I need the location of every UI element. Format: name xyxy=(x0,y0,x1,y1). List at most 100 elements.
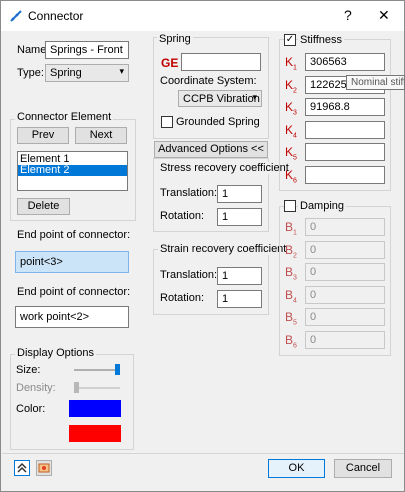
stiffness-symbol: K xyxy=(285,77,294,92)
damping-label: Damping xyxy=(298,200,347,212)
damping-subscript: 3 xyxy=(293,274,297,282)
help-button[interactable]: ? xyxy=(344,7,352,23)
damping-symbol: B xyxy=(285,287,294,302)
density-label: Density: xyxy=(16,382,56,394)
grounded-spring-label: Grounded Spring xyxy=(176,116,260,128)
damping-label: B5 xyxy=(285,310,297,326)
strain-rotation-label: Rotation: xyxy=(160,292,205,304)
connector-dialog: Connector ? ✕ Name: Springs - Front Type… xyxy=(0,0,405,492)
stress-translation-label: Translation: xyxy=(160,187,218,199)
stiffness-subscript: 1 xyxy=(293,64,297,72)
density-slider-track xyxy=(74,387,120,389)
damping-symbol: B xyxy=(285,242,294,257)
damping-input[interactable]: 0 xyxy=(305,263,385,281)
prev-button[interactable]: Prev xyxy=(17,127,69,144)
strain-translation-label: Translation: xyxy=(160,269,218,281)
element-list-item[interactable]: Element 2 xyxy=(18,165,127,176)
stiffness-label: K1 xyxy=(285,55,297,71)
element-list[interactable]: Element 1 Element 2 xyxy=(17,151,128,191)
damping-label: B6 xyxy=(285,333,297,349)
delete-button[interactable]: Delete xyxy=(17,198,70,215)
end-point-1-field[interactable]: point<3> xyxy=(15,251,129,273)
damping-input[interactable]: 0 xyxy=(305,330,385,349)
damping-label: B3 xyxy=(285,265,297,281)
density-slider-thumb[interactable] xyxy=(74,382,79,393)
stiffness-input[interactable]: 91968.8 xyxy=(305,98,385,116)
connector-element-title: Connector Element xyxy=(15,111,114,123)
damping-subscript: 2 xyxy=(293,251,297,259)
damping-input[interactable]: 0 xyxy=(305,218,385,236)
chevron-down-icon: ▾ xyxy=(119,66,124,76)
damping-subscript: 5 xyxy=(293,319,297,327)
damping-input[interactable]: 0 xyxy=(305,308,385,326)
display-options-title: Display Options xyxy=(15,347,97,359)
strain-rotation-input[interactable]: 1 xyxy=(217,290,262,308)
stiffness-label: K4 xyxy=(285,123,297,139)
strain-translation-input[interactable]: 1 xyxy=(217,267,262,285)
damping-checkbox[interactable] xyxy=(284,200,296,212)
stiffness-input[interactable]: 306563 xyxy=(305,53,385,71)
stiffness-label: K2 xyxy=(285,78,297,94)
stiffness-checkbox[interactable]: ✓ xyxy=(284,34,296,46)
damping-input[interactable]: 0 xyxy=(305,285,385,304)
damping-subscript: 6 xyxy=(293,341,297,349)
color-swatch-secondary[interactable] xyxy=(69,425,121,442)
stiffness-label: K3 xyxy=(285,100,297,116)
display-settings-button[interactable] xyxy=(36,460,52,476)
coordinate-system-label: Coordinate System: xyxy=(160,75,257,87)
type-select-value: Spring xyxy=(50,67,82,79)
end-point-2-field[interactable]: work point<2> xyxy=(15,306,129,328)
damping-subscript: 4 xyxy=(293,296,297,304)
damping-label: B4 xyxy=(285,288,297,304)
damping-symbol: B xyxy=(285,310,294,324)
next-button[interactable]: Next xyxy=(75,127,127,144)
strain-recovery-title: Strain recovery coefficient xyxy=(158,243,289,255)
stiffness-input[interactable] xyxy=(305,143,385,161)
type-select[interactable]: Spring ▾ xyxy=(45,64,129,82)
stress-rotation-label: Rotation: xyxy=(160,210,205,222)
footer-divider xyxy=(2,453,404,454)
size-label: Size: xyxy=(16,364,41,376)
damping-symbol: B xyxy=(285,332,294,347)
close-button[interactable]: ✕ xyxy=(378,7,390,23)
name-input[interactable]: Springs - Front xyxy=(45,41,129,59)
size-slider-thumb[interactable] xyxy=(115,364,120,375)
stiffness-symbol: K xyxy=(285,100,294,114)
collapse-up-icon xyxy=(17,463,27,473)
stiffness-subscript: 5 xyxy=(293,154,297,162)
stiffness-label: Stiffness xyxy=(298,34,344,46)
connector-app-icon xyxy=(10,10,22,22)
collapse-up-button[interactable] xyxy=(14,460,30,476)
end-point-2-label: End point of connector: xyxy=(17,286,131,298)
damping-input[interactable]: 0 xyxy=(305,240,385,259)
stiffness-subscript: 2 xyxy=(293,86,297,94)
stiffness-symbol: K xyxy=(285,55,294,69)
stiffness-subscript: 4 xyxy=(293,131,297,139)
stress-translation-input[interactable]: 1 xyxy=(217,185,262,203)
stiffness-input[interactable] xyxy=(305,120,385,139)
ge-label: GE xyxy=(161,56,179,70)
end-point-1-label: End point of connector: xyxy=(17,229,131,241)
damping-label: B1 xyxy=(285,220,297,236)
type-label: Type: xyxy=(17,67,44,79)
color-swatch-primary[interactable] xyxy=(69,400,121,417)
damping-symbol: B xyxy=(285,265,294,279)
stiffness-input[interactable] xyxy=(305,165,385,184)
stiffness-label: K6 xyxy=(285,168,297,184)
nominal-stiffness-tooltip: Nominal stiff xyxy=(346,75,405,90)
coordinate-system-select[interactable]: CCPB Vibration I ▾ xyxy=(178,90,262,107)
grounded-spring-checkbox[interactable] xyxy=(161,116,173,128)
damping-label: B2 xyxy=(285,243,297,259)
title-bar: Connector ? ✕ xyxy=(1,1,404,31)
stress-rotation-input[interactable]: 1 xyxy=(217,208,262,226)
ge-input[interactable] xyxy=(181,53,261,71)
damping-subscript: 1 xyxy=(293,229,297,237)
stiffness-symbol: K xyxy=(285,122,294,137)
stiffness-symbol: K xyxy=(285,167,294,182)
stiffness-label: K5 xyxy=(285,145,297,161)
spring-title: Spring xyxy=(157,33,193,45)
window-title: Connector xyxy=(28,9,84,23)
ok-button[interactable]: OK xyxy=(268,459,325,478)
cancel-button[interactable]: Cancel xyxy=(334,459,392,478)
advanced-options-button[interactable]: Advanced Options << xyxy=(154,141,268,158)
